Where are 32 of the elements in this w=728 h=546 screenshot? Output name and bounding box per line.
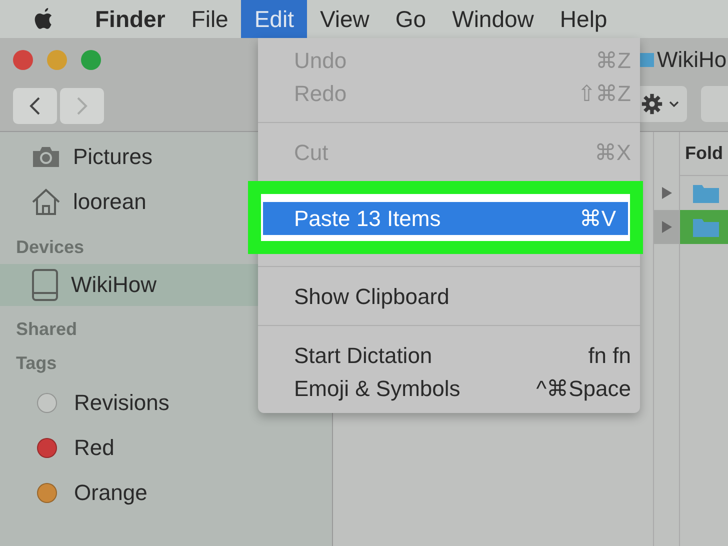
menu-bar-item[interactable]: Finder	[82, 0, 178, 38]
menu-item[interactable]: Emoji & Symbols ^⌘Space	[258, 372, 640, 405]
folder-icon	[692, 216, 720, 238]
sidebar-heading: Shared	[16, 318, 78, 340]
sidebar-item[interactable]: Red	[0, 425, 332, 470]
chevron-left-icon	[29, 96, 41, 116]
column-header[interactable]: Fold	[680, 132, 728, 176]
folder-icon	[692, 182, 720, 204]
menu-bar-item[interactable]: Go	[382, 0, 440, 38]
close-button[interactable]	[13, 50, 33, 70]
disclosure-triangle-icon[interactable]	[662, 187, 672, 199]
menu-bar-item[interactable]: Help	[546, 0, 620, 38]
menu-bar-item[interactable]: Window	[439, 0, 547, 38]
gear-icon	[641, 93, 663, 115]
sidebar-heading: Devices	[16, 236, 84, 258]
house-icon	[31, 188, 61, 216]
chevron-right-icon	[76, 96, 88, 116]
drive-icon	[31, 269, 59, 301]
disclosure-triangle-icon[interactable]	[662, 221, 672, 233]
sidebar-heading: Tags	[16, 352, 57, 374]
menu-item[interactable]: Paste 13 Items ⌘V	[263, 202, 628, 235]
window-title: WikiHo	[657, 47, 727, 73]
back-button[interactable]	[13, 88, 57, 124]
menu-item[interactable]: Start Dictation fn fn	[258, 339, 640, 372]
zoom-button[interactable]	[81, 50, 101, 70]
menu-bar-item[interactable]: File	[178, 0, 242, 38]
menu-bar-item[interactable]: View	[306, 0, 382, 38]
minimize-button[interactable]	[47, 50, 67, 70]
sidebar-item[interactable]: Orange	[0, 470, 332, 515]
camera-icon	[31, 144, 61, 168]
menu-bar-item[interactable]: Edit	[241, 0, 307, 38]
caret-icon	[669, 101, 679, 107]
